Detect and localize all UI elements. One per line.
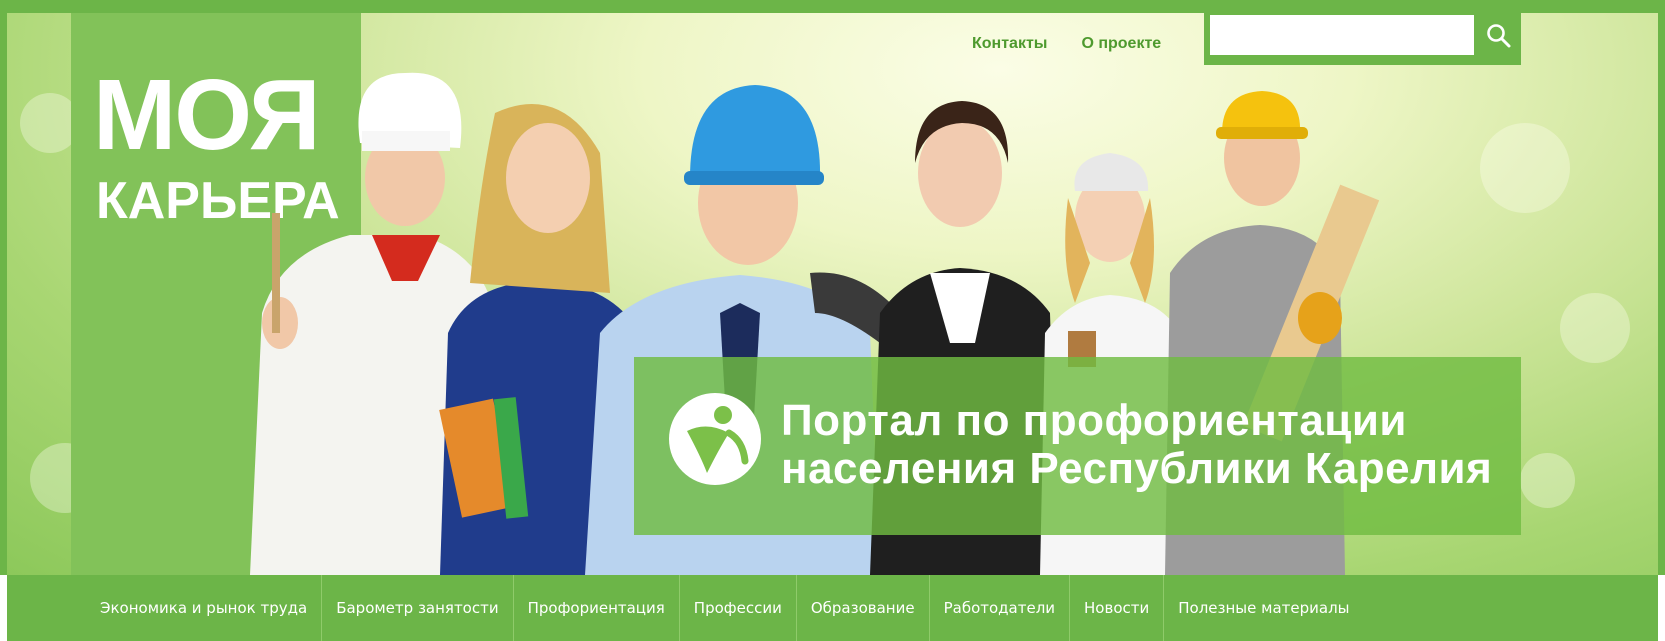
contacts-link[interactable]: Контакты	[972, 35, 1047, 53]
search-button[interactable]	[1476, 13, 1521, 59]
nav-item-useful-materials[interactable]: Полезные материалы	[1164, 575, 1363, 641]
header-links: Контакты О проекте	[972, 35, 1161, 53]
nav-item-career-guidance[interactable]: Профориентация	[514, 575, 680, 641]
tagline-line-1: Портал по профориентации	[781, 396, 1407, 445]
search-box	[1204, 13, 1521, 65]
page: МОЯ КАРЬЕРА Контакты О проекте Портал по…	[0, 0, 1665, 641]
main-navigation: Экономика и рынок труда Барометр занятос…	[7, 575, 1658, 641]
nav-item-employers[interactable]: Работодатели	[930, 575, 1071, 641]
nav-item-employment-barometer[interactable]: Барометр занятости	[322, 575, 514, 641]
nav-item-education[interactable]: Образование	[797, 575, 930, 641]
portal-tagline-panel: Портал по профориентации населения Респу…	[634, 357, 1521, 535]
hero-banner: МОЯ КАРЬЕРА Контакты О проекте Портал по…	[0, 13, 1665, 575]
nav-item-professions[interactable]: Профессии	[680, 575, 797, 641]
search-icon	[1486, 24, 1510, 48]
tagline-line-2: населения Республики Карелия	[781, 444, 1493, 493]
nav-item-economy[interactable]: Экономика и рынок труда	[86, 575, 323, 641]
person-emblem-icon	[669, 393, 761, 485]
top-bar	[0, 0, 1665, 13]
portal-tagline: Портал по профориентации населения Респу…	[781, 397, 1492, 493]
about-project-link[interactable]: О проекте	[1081, 35, 1161, 53]
nav-item-news[interactable]: Новости	[1070, 575, 1165, 641]
search-input[interactable]	[1210, 15, 1474, 55]
